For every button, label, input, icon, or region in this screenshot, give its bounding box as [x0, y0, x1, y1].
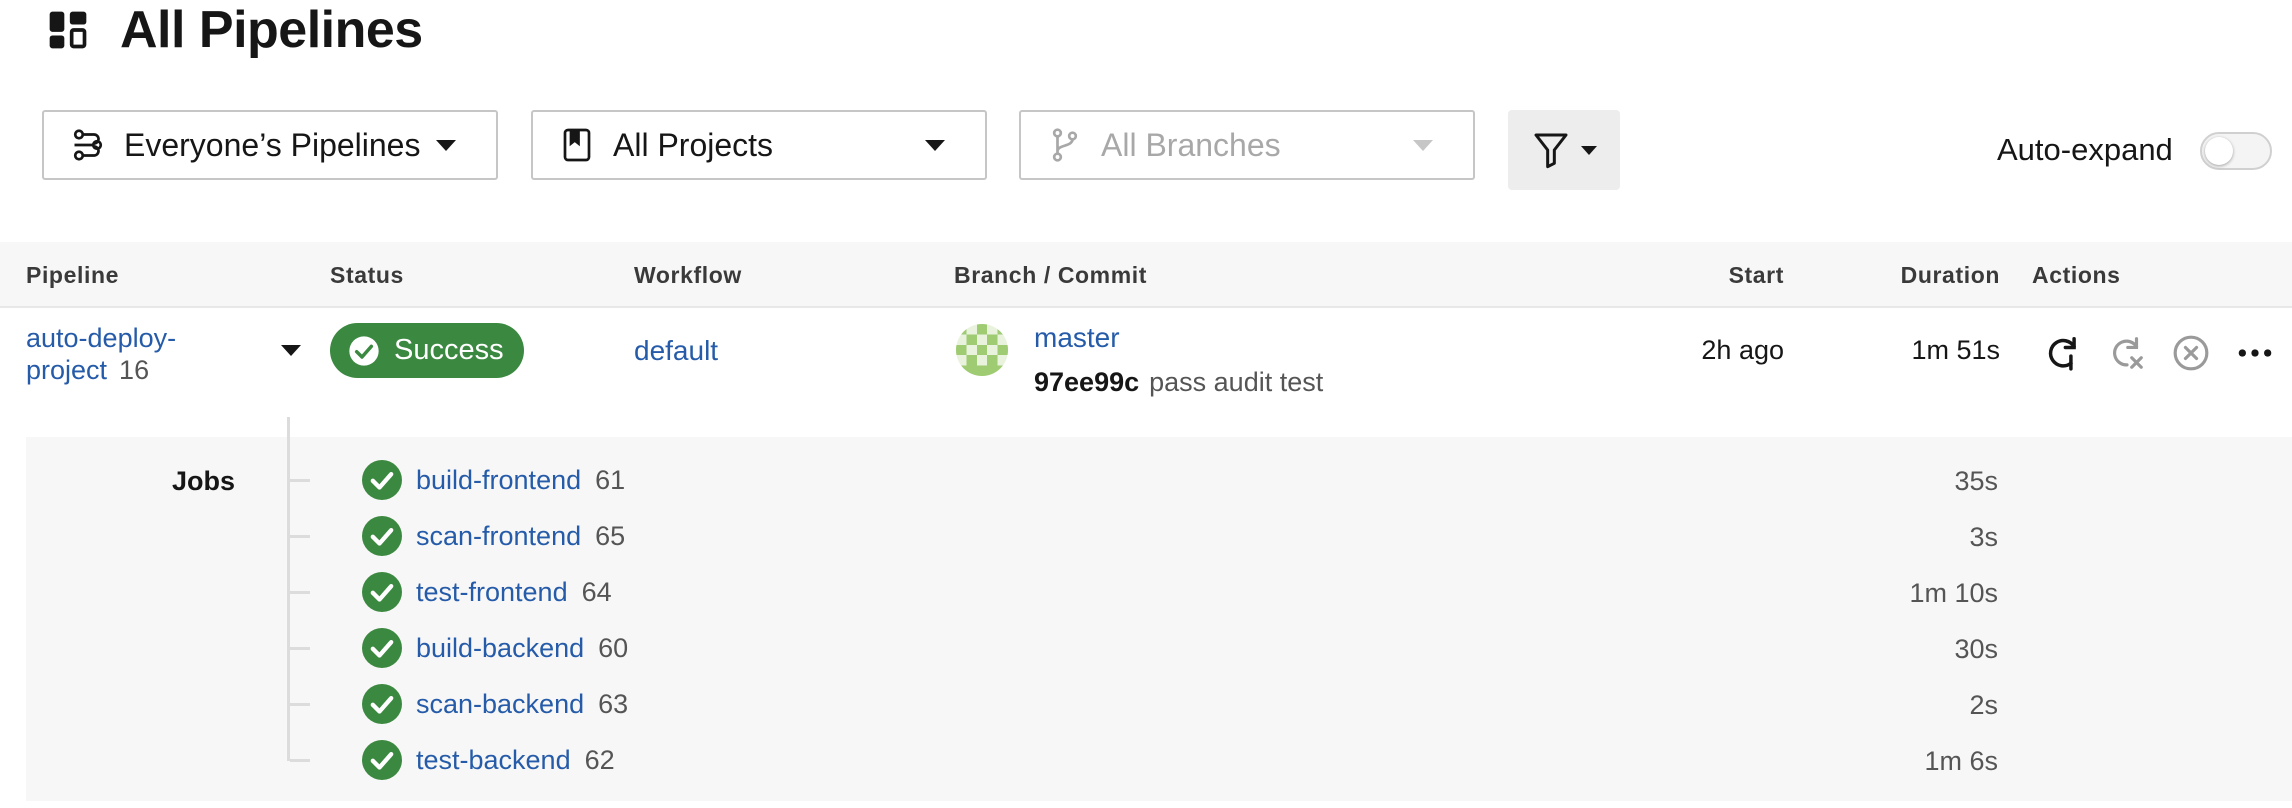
job-duration: 2s: [1969, 690, 1998, 720]
check-circle-icon: [362, 740, 402, 780]
job-duration: 1m 10s: [1909, 578, 1998, 608]
job-link[interactable]: build-backend: [416, 633, 584, 664]
check-circle-icon: [362, 516, 402, 556]
pipeline-name-line2: project: [26, 355, 108, 385]
job-row: build-frontend 61: [290, 455, 625, 505]
pipeline-duration: 1m 51s: [1911, 335, 2000, 365]
commit-info[interactable]: 97ee99c pass audit test: [1034, 367, 1323, 398]
pipelines-dropdown[interactable]: Everyone’s Pipelines: [42, 110, 498, 180]
jobs-label: Jobs: [172, 466, 236, 496]
job-link[interactable]: scan-frontend: [416, 521, 581, 552]
column-header-branch-commit: Branch / Commit: [954, 262, 1148, 288]
rerun-failed-icon[interactable]: [2108, 334, 2146, 372]
workflow-link[interactable]: default: [634, 335, 718, 367]
auto-expand-toggle[interactable]: [2200, 132, 2272, 170]
projects-dropdown-label: All Projects: [613, 126, 774, 163]
job-number: 65: [595, 520, 626, 551]
tree-branch: [290, 478, 310, 482]
tree-branch: [290, 702, 310, 706]
people-icon: [73, 129, 103, 161]
pipeline-start: 2h ago: [1701, 335, 1784, 365]
toggle-knob: [2205, 137, 2233, 165]
job-row: scan-backend 63: [290, 679, 628, 729]
chevron-down-icon: [1581, 145, 1597, 155]
status-badge[interactable]: Success: [330, 323, 524, 378]
job-number: 62: [584, 744, 615, 775]
column-header-actions: Actions: [2032, 262, 2121, 288]
tree-branch: [290, 758, 310, 762]
job-number: 64: [581, 576, 612, 607]
job-number: 61: [595, 464, 626, 495]
column-header-start: Start: [1728, 262, 1784, 288]
tree-branch: [290, 590, 310, 594]
filter-icon: [1534, 133, 1568, 169]
tree-branch: [290, 646, 310, 650]
job-row: scan-frontend 65: [290, 511, 625, 561]
check-circle-icon: [362, 572, 402, 612]
column-header-duration: Duration: [1900, 262, 2000, 288]
more-icon[interactable]: [2236, 334, 2274, 372]
column-header-status: Status: [330, 262, 404, 288]
projects-dropdown[interactable]: All Projects: [531, 110, 987, 180]
avatar: [956, 324, 1008, 376]
pipeline-name-line1: auto-deploy-: [26, 323, 177, 353]
job-link[interactable]: test-frontend: [416, 577, 568, 608]
auto-expand-label: Auto-expand: [1997, 132, 2173, 167]
job-duration: 30s: [1954, 634, 1998, 664]
job-row: build-backend 60: [290, 623, 628, 673]
filter-button[interactable]: [1508, 110, 1620, 190]
commit-message: pass audit test: [1149, 367, 1324, 397]
page-header: All Pipelines: [46, 0, 423, 60]
check-circle-icon: [362, 684, 402, 724]
expand-row-chevron-icon[interactable]: [281, 345, 301, 356]
chevron-down-icon: [436, 139, 456, 151]
job-number: 60: [598, 632, 629, 663]
check-circle-icon: [349, 335, 379, 366]
branch-icon: [1052, 128, 1078, 162]
pipelines-dropdown-label: Everyone’s Pipelines: [124, 126, 421, 163]
check-circle-icon: [362, 628, 402, 668]
tree-branch: [290, 534, 310, 538]
commit-hash: 97ee99c: [1034, 367, 1140, 397]
column-header-pipeline: Pipeline: [26, 262, 119, 288]
pipeline-name-link[interactable]: auto-deploy- project 16: [26, 322, 176, 386]
branch-link[interactable]: master: [1034, 322, 1120, 354]
check-circle-icon: [362, 460, 402, 500]
job-duration: 35s: [1954, 466, 1998, 496]
column-header-workflow: Workflow: [634, 262, 742, 288]
status-label: Success: [394, 334, 504, 366]
job-duration: 3s: [1969, 522, 1998, 552]
job-link[interactable]: test-backend: [416, 745, 571, 776]
job-link[interactable]: scan-backend: [416, 689, 584, 720]
pipeline-number: 16: [119, 355, 150, 385]
job-number: 63: [598, 688, 629, 719]
branches-dropdown[interactable]: All Branches: [1019, 110, 1475, 180]
branches-dropdown-label: All Branches: [1101, 126, 1281, 163]
bookmark-icon: [563, 128, 591, 162]
chevron-down-icon: [1413, 139, 1433, 151]
job-row: test-frontend 64: [290, 567, 612, 617]
job-link[interactable]: build-frontend: [416, 465, 581, 496]
rerun-icon[interactable]: [2044, 334, 2082, 372]
job-duration: 1m 6s: [1924, 746, 1998, 776]
cancel-icon[interactable]: [2172, 334, 2210, 372]
job-row: test-backend 62: [290, 735, 615, 785]
page-title: All Pipelines: [120, 1, 423, 59]
chevron-down-icon: [925, 139, 945, 151]
dashboard-icon: [49, 11, 87, 49]
